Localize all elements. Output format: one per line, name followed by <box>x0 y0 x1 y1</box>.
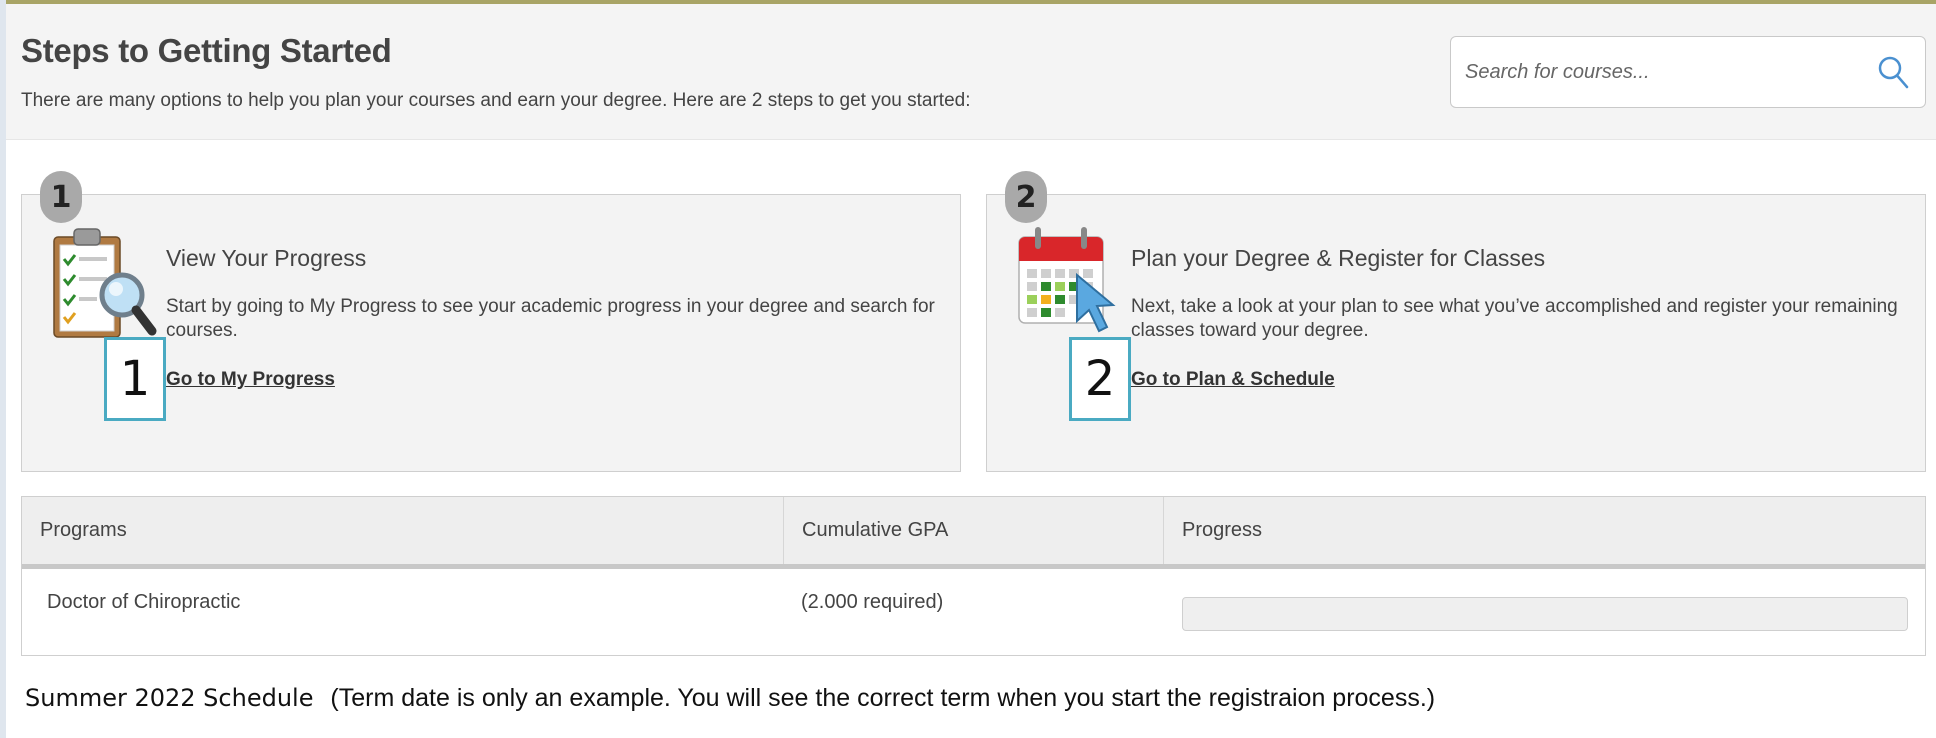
course-search-box <box>1450 36 1926 108</box>
callout-marker-1: 1 <box>104 337 166 421</box>
term-label: Summer 2022 Schedule <box>25 684 314 712</box>
progress-bar <box>1182 597 1908 631</box>
step-description: Next, take a look at your plan to see wh… <box>1131 296 1898 341</box>
column-header-programs: Programs <box>40 519 127 541</box>
app-frame: Steps to Getting Started There are many … <box>6 0 1936 738</box>
calendar-cursor-icon <box>1018 227 1116 333</box>
search-icon[interactable] <box>1877 55 1909 89</box>
go-to-plan-schedule-link[interactable]: Go to Plan & Schedule <box>1131 369 1335 391</box>
table-header-row: Programs Cumulative GPA Progress <box>22 497 1925 569</box>
course-search-input[interactable] <box>1465 55 1865 89</box>
step-number-badge: 2 <box>1005 171 1047 223</box>
go-to-my-progress-link[interactable]: Go to My Progress <box>166 369 335 391</box>
clipboard-magnifier-icon <box>53 228 157 338</box>
term-footer: Summer 2022 Schedule (Term date is only … <box>25 684 1435 713</box>
column-header-progress: Progress <box>1163 497 1925 564</box>
term-note: (Term date is only an example. You will … <box>330 684 1436 712</box>
step-description: Start by going to My Progress to see you… <box>166 296 935 341</box>
page-title: Steps to Getting Started <box>21 32 392 69</box>
column-header-gpa: Cumulative GPA <box>783 497 1163 564</box>
page-subtitle: There are many options to help you plan … <box>21 90 971 111</box>
callout-marker-2: 2 <box>1069 337 1131 421</box>
gpa-cell: (2.000 required) <box>801 591 944 613</box>
page-header: Steps to Getting Started There are many … <box>6 4 1936 140</box>
step-title: Plan your Degree & Register for Classes <box>1131 245 1546 271</box>
program-name-cell: Doctor of Chiropractic <box>47 591 241 613</box>
step-number-badge: 1 <box>40 171 82 223</box>
step-card-progress: 1 View Your Progress Start by going to M… <box>21 171 961 472</box>
programs-table: Programs Cumulative GPA Progress Doctor … <box>21 496 1926 656</box>
step-title: View Your Progress <box>166 245 367 271</box>
step-card-plan: 2 Plan your Degree & Register for Classe… <box>986 171 1926 472</box>
